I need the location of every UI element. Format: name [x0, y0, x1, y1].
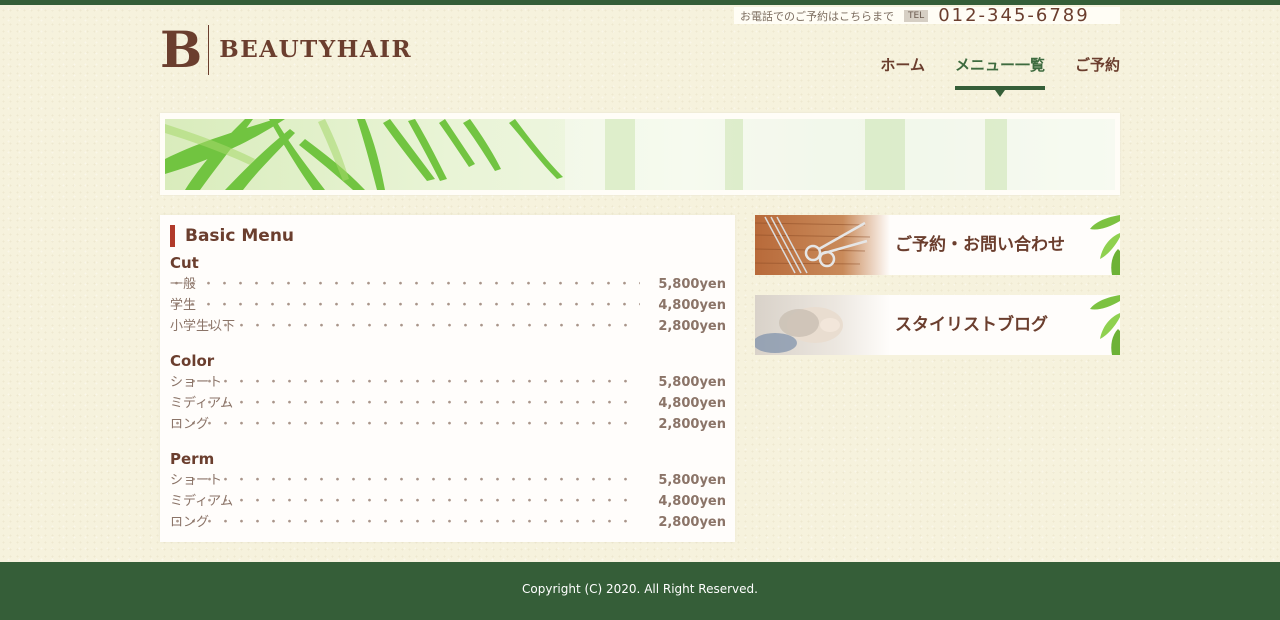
menu-item-price: 5,800yen	[658, 473, 726, 488]
menu-item-name: 一般	[170, 277, 197, 292]
menu-section-color: Color ・・・・・・・・・・・・・・・・・・・・・・・・・・・・ ショート …	[170, 351, 726, 435]
menu-row: ・・・・・・・・・・・・・・・・・・・・・・・・・・・・・ ロング 2,800y…	[170, 414, 726, 435]
phone-box: お電話でのご予約はこちらまで TEL 012-345-6789	[734, 5, 1120, 26]
phone-lead-text: お電話でのご予約はこちらまで	[740, 9, 894, 23]
copyright-text: Copyright (C) 2020. All Right Reserved.	[522, 582, 758, 596]
menu-item-price: 4,800yen	[658, 396, 726, 411]
bamboo-leaves-image	[165, 119, 1115, 190]
menu-item-price: 2,800yen	[658, 417, 726, 432]
menu-item-name: ショート	[170, 375, 223, 390]
site-footer: Copyright (C) 2020. All Right Reserved.	[0, 562, 1280, 620]
menu-item-name: ロング	[170, 515, 210, 530]
reservation-inquiry-label: ご予約・お問い合わせ	[895, 235, 1065, 255]
scissors-comb-image	[755, 215, 890, 275]
dot-leader: ・・・・・・・・・・・・・・・・・・・・・・・・・・・	[202, 319, 635, 334]
menu-item-name: 小学生以下	[170, 319, 236, 334]
stylist-blog-label: スタイリストブログ	[895, 315, 1048, 335]
dot-leader: ・・・・・・・・・・・・・・・・・・・・・・・・・・・・	[186, 375, 635, 390]
menu-row: ・・・・・・・・・・・・・・・・・・・・・・・・・・・ ミディアム 4,800y…	[170, 491, 726, 512]
dot-leader: ・・・・・・・・・・・・・・・・・・・・・・・・・・・・・・	[170, 298, 640, 313]
tel-badge: TEL	[904, 9, 929, 22]
logo-mark: B	[160, 20, 203, 79]
menu-row: ・・・・・・・・・・・・・・・・・・・・・・・・・・・・・ ロング 2,800y…	[170, 512, 726, 533]
stylist-blog-banner[interactable]: スタイリストブログ	[755, 295, 1120, 355]
nav-item-reservation[interactable]: ご予約	[1075, 54, 1120, 90]
active-nav-caret-icon	[994, 90, 1005, 97]
main-nav: ホーム メニュー一覧 ご予約	[850, 54, 1120, 97]
dot-leader: ・・・・・・・・・・・・・・・・・・・・・・・・・・・	[202, 494, 635, 509]
logo-divider	[208, 25, 210, 75]
menu-section-cut: Cut ・・・・・・・・・・・・・・・・・・・・・・・・・・・・・・ 一般 5,…	[170, 253, 726, 337]
reservation-inquiry-banner[interactable]: ご予約・お問い合わせ	[755, 215, 1120, 275]
menu-heading-text: Basic Menu	[185, 226, 295, 246]
basic-menu-card: Basic Menu Cut ・・・・・・・・・・・・・・・・・・・・・・・・・…	[160, 215, 735, 542]
menu-item-price: 2,800yen	[658, 515, 726, 530]
menu-row: ・・・・・・・・・・・・・・・・・・・・・・・・・・・・ ショート 5,800y…	[170, 372, 726, 393]
leaf-icon	[1090, 295, 1120, 355]
menu-item-price: 4,800yen	[658, 494, 726, 509]
site-logo[interactable]: B BEAUTYHAIR	[160, 24, 412, 76]
menu-row: ・・・・・・・・・・・・・・・・・・・・・・・・・・・・・・ 一般 5,800y…	[170, 274, 726, 295]
logo-text: BEAUTYHAIR	[219, 36, 413, 63]
dot-leader: ・・・・・・・・・・・・・・・・・・・・・・・・・・・	[202, 396, 635, 411]
menu-item-name: ショート	[170, 473, 223, 488]
menu-heading: Basic Menu	[170, 225, 294, 247]
dot-leader: ・・・・・・・・・・・・・・・・・・・・・・・・・・・・・	[170, 417, 635, 432]
dot-leader: ・・・・・・・・・・・・・・・・・・・・・・・・・・・・	[186, 473, 635, 488]
menu-item-price: 5,800yen	[658, 375, 726, 390]
nav-item-home[interactable]: ホーム	[880, 54, 925, 90]
menu-item-name: ミディアム	[170, 494, 234, 509]
menu-section-perm: Perm ・・・・・・・・・・・・・・・・・・・・・・・・・・・・ ショート 5…	[170, 449, 726, 533]
section-title: Color	[170, 352, 215, 370]
menu-item-price: 2,800yen	[658, 319, 726, 334]
menu-row: ・・・・・・・・・・・・・・・・・・・・・・・・・・・・ ショート 5,800y…	[170, 470, 726, 491]
section-title: Cut	[170, 254, 199, 272]
dot-leader: ・・・・・・・・・・・・・・・・・・・・・・・・・・・・・	[170, 515, 635, 530]
hero-banner	[160, 113, 1120, 195]
salon-customer-image	[755, 295, 890, 355]
nav-item-label: ご予約	[1074, 56, 1120, 74]
menu-item-name: ロング	[170, 417, 210, 432]
menu-item-price: 5,800yen	[658, 277, 726, 292]
phone-number: 012-345-6789	[938, 5, 1090, 26]
menu-item-price: 4,800yen	[658, 298, 726, 313]
nav-item-label: メニュー一覧	[954, 56, 1045, 74]
nav-item-label: ホーム	[880, 56, 925, 74]
section-title: Perm	[170, 450, 215, 468]
menu-item-name: 学生	[170, 298, 197, 313]
menu-row: ・・・・・・・・・・・・・・・・・・・・・・・・・・・・・・ 学生 4,800y…	[170, 295, 726, 316]
heading-accent-bar	[170, 225, 175, 247]
dot-leader: ・・・・・・・・・・・・・・・・・・・・・・・・・・・・・・	[170, 277, 640, 292]
menu-row: ・・・・・・・・・・・・・・・・・・・・・・・・・・・ ミディアム 4,800y…	[170, 393, 726, 414]
leaf-icon	[1090, 215, 1120, 275]
nav-item-menu-list[interactable]: メニュー一覧	[954, 54, 1045, 97]
menu-row: ・・・・・・・・・・・・・・・・・・・・・・・・・・・ 小学生以下 2,800y…	[170, 316, 726, 337]
menu-item-name: ミディアム	[170, 396, 234, 411]
